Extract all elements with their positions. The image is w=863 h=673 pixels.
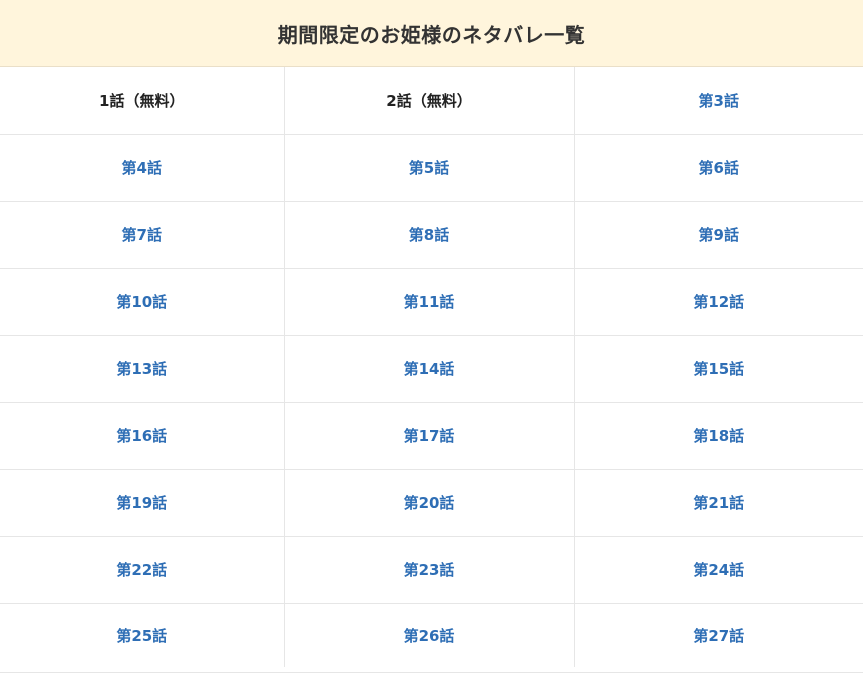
episode-cell: 第3話 [574,67,863,135]
episode-link[interactable]: 第15話 [693,360,744,378]
episode-link[interactable]: 第26話 [404,627,455,645]
page-title: 期間限定のお姫様のネタバレ一覧 [277,22,586,47]
episode-cell: 第16話 [0,402,285,470]
episode-cell: 第24話 [574,536,863,604]
episode-cell: 第14話 [284,335,575,403]
episode-cell: 第7話 [0,201,285,269]
episode-link[interactable]: 第19話 [116,494,167,512]
episode-link[interactable]: 第9話 [699,226,739,244]
episode-row: 1話（無料） 2話（無料） 第3話 [0,67,863,135]
episode-link[interactable]: 第6話 [699,159,739,177]
episode-free-label: 2話（無料） [386,91,472,110]
episode-list-panel: 期間限定のお姫様のネタバレ一覧 1話（無料） 2話（無料） 第3話第4話 第5話 第6話… [0,0,863,673]
episode-link[interactable]: 第13話 [116,360,167,378]
episode-link[interactable]: 第4話 [122,159,162,177]
episode-link[interactable]: 第7話 [122,226,162,244]
episode-link[interactable]: 第11話 [404,293,455,311]
episode-cell: 第25話 [0,603,285,667]
episode-link[interactable]: 第5話 [409,159,449,177]
episode-cell: 第11話 [284,268,575,336]
episode-link[interactable]: 第14話 [404,360,455,378]
episode-row: 第13話 第14話 第15話 [0,335,863,403]
episode-link[interactable]: 第25話 [116,627,167,645]
episode-table-body: 1話（無料） 2話（無料） 第3話第4話 第5話 第6話第7話 第8話 第9話第10話 第11… [0,67,863,667]
episode-link[interactable]: 第10話 [116,293,167,311]
episode-link[interactable]: 第21話 [693,494,744,512]
episode-link[interactable]: 第8話 [409,226,449,244]
episode-cell: 第23話 [284,536,575,604]
episode-row: 第10話 第11話 第12話 [0,268,863,336]
episode-cell: 第12話 [574,268,863,336]
episode-link[interactable]: 第23話 [404,561,455,579]
episode-cell: 第6話 [574,134,863,202]
episode-cell: 第22話 [0,536,285,604]
episode-cell: 第10話 [0,268,285,336]
episode-cell: 第4話 [0,134,285,202]
episode-link[interactable]: 第16話 [116,427,167,445]
episode-cell: 第18話 [574,402,863,470]
episode-table: 1話（無料） 2話（無料） 第3話第4話 第5話 第6話第7話 第8話 第9話第10話 第11… [0,67,863,667]
episode-row: 第19話 第20話 第21話 [0,469,863,537]
episode-row: 第22話 第23話 第24話 [0,536,863,604]
episode-cell: 1話（無料） [0,67,285,135]
episode-row: 第16話 第17話 第18話 [0,402,863,470]
episode-link[interactable]: 第18話 [693,427,744,445]
episode-link[interactable]: 第17話 [404,427,455,445]
episode-cell: 第21話 [574,469,863,537]
episode-row: 第7話 第8話 第9話 [0,201,863,269]
episode-row: 第4話 第5話 第6話 [0,134,863,202]
episode-link[interactable]: 第27話 [693,627,744,645]
episode-link[interactable]: 第20話 [404,494,455,512]
episode-cell: 第9話 [574,201,863,269]
episode-link[interactable]: 第24話 [693,561,744,579]
episode-cell: 第19話 [0,469,285,537]
episode-link[interactable]: 第22話 [116,561,167,579]
episode-free-label: 1話（無料） [99,91,185,110]
episode-cell: 第5話 [284,134,575,202]
episode-cell: 2話（無料） [284,67,575,135]
episode-cell: 第13話 [0,335,285,403]
episode-link[interactable]: 第3話 [699,92,739,110]
episode-cell: 第27話 [574,603,863,667]
episode-cell: 第8話 [284,201,575,269]
episode-cell: 第20話 [284,469,575,537]
episode-cell: 第17話 [284,402,575,470]
title-bar: 期間限定のお姫様のネタバレ一覧 [0,0,863,67]
episode-cell: 第15話 [574,335,863,403]
episode-cell: 第26話 [284,603,575,667]
episode-link[interactable]: 第12話 [693,293,744,311]
episode-row: 第25話 第26話 第27話 [0,603,863,667]
